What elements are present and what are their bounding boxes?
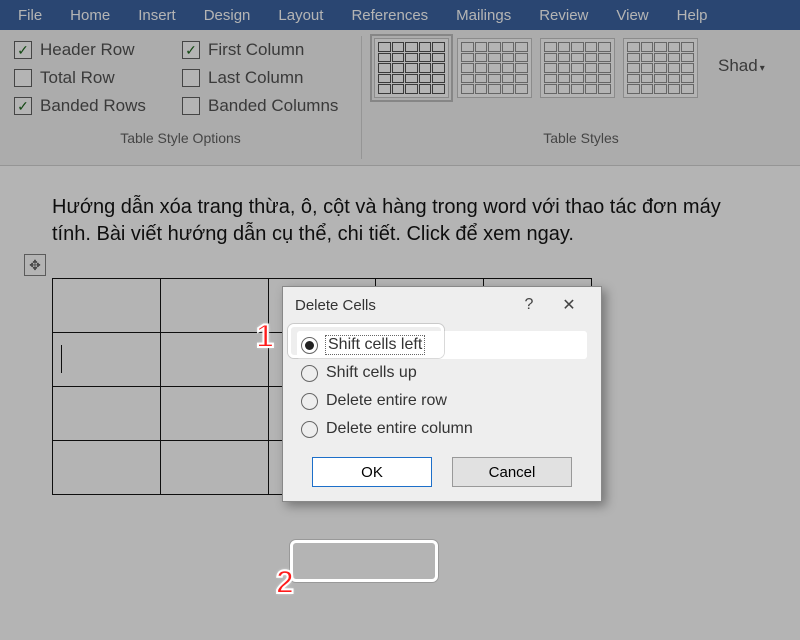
radio-icon	[301, 337, 318, 354]
checkbox-icon	[14, 69, 32, 87]
table-move-handle-icon[interactable]: ✥	[24, 254, 46, 276]
radio-delete-entire-column[interactable]: Delete entire column	[297, 415, 587, 443]
check-icon	[182, 41, 200, 59]
tab-references[interactable]: References	[337, 2, 442, 29]
tab-help[interactable]: Help	[663, 2, 722, 29]
text-cursor[interactable]	[53, 333, 161, 387]
ribbon: Header Row First Column Total Row Last C…	[0, 30, 800, 166]
ok-button[interactable]: OK	[312, 457, 432, 487]
check-icon	[14, 41, 32, 59]
group-table-styles: Shad▾ Table Styles	[362, 30, 800, 165]
tab-design[interactable]: Design	[190, 2, 265, 29]
tab-layout[interactable]: Layout	[264, 2, 337, 29]
table-style-thumb[interactable]	[540, 38, 615, 98]
dialog-titlebar[interactable]: Delete Cells ? ✕	[283, 287, 601, 323]
paragraph: Hướng dẫn xóa trang thừa, ô, cột và hàng…	[52, 194, 748, 248]
chevron-down-icon: ▾	[760, 63, 765, 74]
checkbox-icon	[182, 69, 200, 87]
checkbox-first-column[interactable]: First Column	[182, 40, 304, 60]
dialog-title: Delete Cells	[295, 297, 376, 314]
tab-view[interactable]: View	[602, 2, 662, 29]
delete-cells-dialog: Delete Cells ? ✕ Shift cells left Shift …	[282, 286, 602, 502]
help-button[interactable]: ?	[509, 296, 549, 314]
tab-review[interactable]: Review	[525, 2, 602, 29]
radio-shift-cells-up[interactable]: Shift cells up	[297, 359, 587, 387]
radio-delete-entire-row[interactable]: Delete entire row	[297, 387, 587, 415]
checkbox-header-row[interactable]: Header Row	[14, 40, 174, 60]
group-table-style-options: Header Row First Column Total Row Last C…	[0, 30, 361, 165]
group-label-options: Table Style Options	[14, 130, 347, 146]
checkbox-banded-rows[interactable]: Banded Rows	[14, 96, 174, 116]
checkbox-last-column[interactable]: Last Column	[182, 68, 303, 88]
cancel-button[interactable]: Cancel	[452, 457, 572, 487]
radio-icon	[301, 421, 318, 438]
table-style-thumb[interactable]	[623, 38, 698, 98]
dialog-body: Shift cells left Shift cells up Delete e…	[283, 323, 601, 501]
radio-icon	[301, 393, 318, 410]
ribbon-tabs: File Home Insert Design Layout Reference…	[0, 0, 800, 30]
table-style-thumb[interactable]	[457, 38, 532, 98]
checkbox-total-row[interactable]: Total Row	[14, 68, 174, 88]
tab-insert[interactable]: Insert	[124, 2, 190, 29]
check-icon	[14, 97, 32, 115]
shading-button[interactable]: Shad▾	[718, 56, 765, 76]
tab-home[interactable]: Home	[56, 2, 124, 29]
checkbox-banded-columns[interactable]: Banded Columns	[182, 96, 338, 116]
radio-icon	[301, 365, 318, 382]
table-style-thumb[interactable]	[374, 38, 449, 98]
group-label-styles: Table Styles	[374, 130, 788, 146]
annotation-callout: 2	[276, 564, 294, 601]
close-button[interactable]: ✕	[549, 295, 589, 315]
checkbox-icon	[182, 97, 200, 115]
annotation-callout: 1	[256, 318, 274, 355]
tab-file[interactable]: File	[4, 2, 56, 29]
tab-mailings[interactable]: Mailings	[442, 2, 525, 29]
radio-shift-cells-left[interactable]: Shift cells left	[297, 331, 587, 359]
